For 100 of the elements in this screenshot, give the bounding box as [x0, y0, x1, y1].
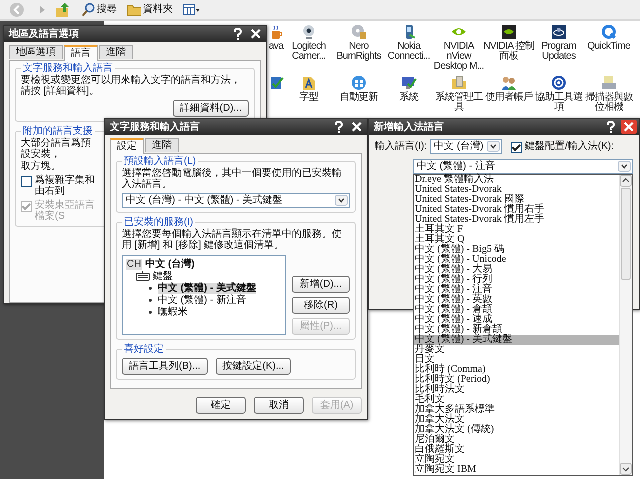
dropdown-field[interactable]: 中文 (台灣) — [430, 139, 502, 154]
list-option[interactable]: 立陶宛文 IBM — [414, 465, 619, 475]
scroll-up-icon[interactable] — [620, 175, 632, 187]
tree-item[interactable]: 嘸蝦米 — [158, 306, 188, 318]
icon-label[interactable]: 字型 — [300, 93, 318, 103]
list-option[interactable]: 毛利文 — [414, 395, 619, 405]
icon-label[interactable]: 自動更新 — [340, 93, 378, 103]
push-button[interactable]: 移除(R) — [292, 297, 350, 314]
swirl-icon[interactable] — [551, 24, 567, 40]
list-option[interactable]: 中文 (繁體) - 速成 — [414, 315, 619, 325]
push-button[interactable]: 語言工具列(B)... — [122, 358, 208, 375]
caret-icon — [487, 141, 500, 152]
tab[interactable]: 語言 — [64, 45, 98, 61]
bullet-icon — [149, 298, 152, 302]
push-button[interactable]: 確定 — [196, 397, 246, 414]
scrollbar[interactable] — [619, 175, 632, 475]
list-option[interactable]: 土耳其文 Q — [414, 235, 619, 245]
tab[interactable]: 進階 — [145, 138, 179, 152]
scroll-down-icon[interactable] — [620, 463, 632, 475]
language-badge: CH — [126, 258, 142, 270]
eye-logo-icon[interactable] — [501, 24, 517, 40]
font-folder-icon[interactable] — [301, 75, 317, 91]
checkbox-label: 鍵盤配置/輸入法(K): — [525, 140, 614, 152]
tree-item[interactable]: 中文 (繁體) - 美式鍵盤 — [158, 282, 256, 294]
description-text: 大部分語言爲預設安裝， — [21, 138, 92, 160]
users-icon[interactable] — [501, 75, 517, 91]
list-option[interactable]: 加拿大法文 — [414, 415, 619, 425]
ring-icon[interactable] — [601, 24, 617, 40]
list-option[interactable]: 土耳其文 F — [414, 225, 619, 235]
list-option[interactable]: Dr.eye 繁體輸入法 — [414, 175, 619, 185]
list-option[interactable]: 中文 (繁體) - Big5 碼 — [414, 245, 619, 255]
push-button[interactable]: 詳細資料(D)... — [172, 100, 249, 117]
list-option[interactable]: 中文 (繁體) - Unicode — [414, 255, 619, 265]
list-option[interactable]: 中文 (繁體) - 行列 — [414, 275, 619, 285]
group-title: 附加的語言支援 — [22, 126, 94, 137]
list-option[interactable]: United States-Dvorak 慣用右手 — [414, 205, 619, 215]
list-option[interactable]: 中文 (繁體) - 大易 — [414, 265, 619, 275]
list-option[interactable]: 比利時 (Comma) — [414, 365, 619, 375]
push-button[interactable]: 新增(D)... — [292, 276, 350, 293]
list-option[interactable]: 比利時文 (Period) — [414, 375, 619, 385]
group-title: 已安裝的服務(I) — [123, 217, 194, 228]
monitor-check-icon[interactable] — [401, 75, 417, 91]
list-option[interactable]: 立陶宛文 — [414, 455, 619, 465]
list-option[interactable]: 白俄羅斯文 — [414, 445, 619, 455]
update-icon[interactable] — [351, 75, 367, 91]
dropdown-field[interactable]: 中文 (台灣) - 中文 (繁體) - 美式鍵盤 — [122, 193, 350, 208]
list-option[interactable]: 丹麥文 — [414, 345, 619, 355]
description-text: 選擇當您啓動電腦後，其中一個要使用的已安裝輸入法語言。 — [122, 168, 343, 190]
tab[interactable]: 地區選項 — [9, 45, 63, 59]
checkbox-label: 安裝東亞語言檔案(S — [35, 200, 95, 222]
close-button[interactable] — [248, 27, 264, 41]
scroll-thumb[interactable] — [621, 188, 631, 280]
icon-label[interactable]: NVIDIA 控制面板 — [481, 42, 537, 62]
list-option[interactable]: United States-Dvorak 慣用左手 — [414, 215, 619, 225]
tree-item[interactable]: 鍵盤 — [153, 270, 173, 282]
list-option[interactable]: 中文 (繁體) - 倉頡 — [414, 305, 619, 315]
tree-list[interactable]: CH 中文 (台灣) 鍵盤 中文 (繁體) - 美式鍵盤 中文 (繁體) - 新注音 嘸蝦米 — [122, 255, 286, 335]
folders-button[interactable]: 資料夾 — [124, 2, 176, 18]
tree-item[interactable]: 中文 (繁體) - 新注音 — [158, 294, 246, 306]
icon-label[interactable]: 使用者帳戶 — [485, 93, 533, 103]
list-option[interactable]: 尼泊爾文 — [414, 435, 619, 445]
tools-folder-icon[interactable] — [451, 75, 467, 91]
dropdown-field[interactable]: 中文 (繁體) - 注音 — [413, 159, 633, 174]
icon-label[interactable]: ava — [269, 42, 284, 52]
list-option[interactable]: 中文 (繁體) - 新倉頡 — [414, 325, 619, 335]
window-title: 地區及語言選項 — [9, 28, 80, 40]
description-text: 取方塊。 — [21, 161, 62, 172]
list-option[interactable]: 中文 (繁體) - 美式鍵盤 — [414, 335, 619, 345]
webcam-icon[interactable] — [301, 24, 317, 40]
list-option[interactable]: 中文 (繁體) - 英數 — [414, 295, 619, 305]
description-text: 選擇您要每個輸入法語言顯示在清單中的服務。使用 [新增] 和 [移除] 鍵修改這個清單。 — [122, 229, 343, 251]
list-option[interactable]: United States-Dvorak 國際 — [414, 195, 619, 205]
icon-label[interactable]: 系統 — [400, 93, 418, 103]
caret-icon — [335, 195, 348, 206]
window-title: 新增輸入法語言 — [374, 122, 445, 132]
bullet-icon — [149, 286, 152, 290]
checkbox[interactable] — [21, 176, 32, 187]
push-button[interactable]: 取消 — [254, 397, 304, 414]
cup-icon[interactable] — [269, 24, 285, 40]
accessibility-icon[interactable] — [551, 75, 567, 91]
push-button[interactable]: 按鍵設定(K)... — [216, 358, 292, 375]
group-title: 文字服務和輸入語言 — [22, 63, 114, 74]
icon-label[interactable]: QuickTime — [588, 42, 630, 52]
caret-icon — [618, 161, 631, 172]
list-option[interactable]: 加拿大法文 (傳統) — [414, 425, 619, 435]
tab[interactable]: 進階 — [99, 45, 133, 59]
field-label: 輸入語言(I): — [375, 141, 428, 152]
close-button[interactable] — [349, 120, 365, 134]
list-option[interactable]: 中文 (繁體) - 注音 — [414, 285, 619, 295]
list-option[interactable]: 日文 — [414, 355, 619, 365]
list-option[interactable]: United States-Dvorak — [414, 185, 619, 195]
tab[interactable]: 設定 — [110, 138, 144, 154]
checkbox[interactable] — [511, 142, 522, 152]
list-option[interactable]: 加拿大多語系標準 — [414, 405, 619, 415]
icon-label[interactable]: 系統管理工具 — [431, 93, 487, 113]
tree-item[interactable]: 中文 (台灣) — [145, 258, 195, 270]
checkbox-label: 爲複雜字集和由右到 — [35, 175, 95, 197]
list-option[interactable]: 比利時法文 — [414, 385, 619, 395]
bullet-icon — [149, 310, 152, 314]
search-button[interactable]: 搜尋 — [78, 2, 120, 18]
